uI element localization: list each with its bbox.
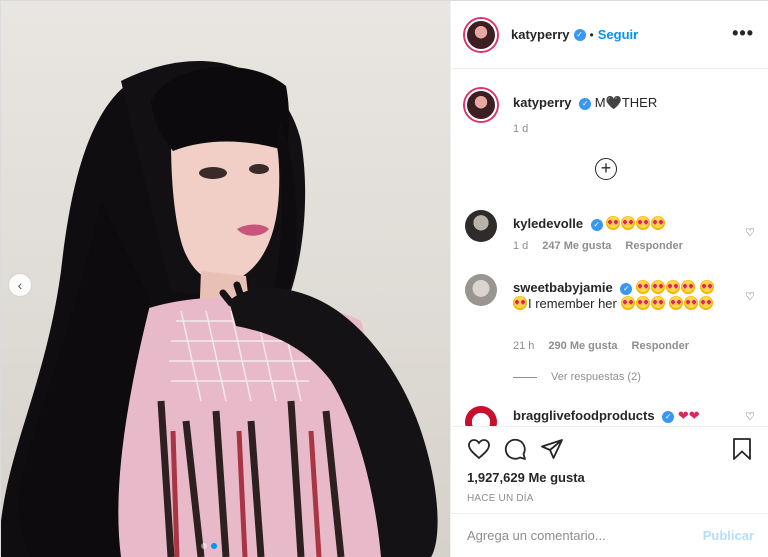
- more-options-icon[interactable]: •••: [732, 23, 754, 44]
- heart-eyes-emoji: [636, 216, 651, 230]
- caption-age[interactable]: 1 d: [513, 123, 528, 135]
- heart-outline-icon[interactable]: [467, 437, 491, 461]
- heart-eyes-emoji: [669, 296, 684, 310]
- likes-count[interactable]: 1,927,629 Me gusta: [467, 470, 585, 485]
- author-username[interactable]: katyperry: [511, 27, 570, 42]
- publish-button[interactable]: Publicar: [703, 528, 754, 543]
- comment-input[interactable]: [467, 528, 703, 543]
- comment-text: kyledevolle ✓: [513, 216, 728, 232]
- heart-eyes-emoji: [665, 280, 680, 294]
- comment-likes[interactable]: 290 Me gusta: [548, 340, 617, 352]
- reply-button[interactable]: Responder: [632, 340, 689, 352]
- comment-text: bragglivefoodproducts ✓ ❤❤: [513, 408, 728, 424]
- red-heart-emoji: ❤: [677, 408, 689, 423]
- heart-eyes-emoji: [620, 296, 635, 310]
- plus-circle-icon[interactable]: +: [595, 158, 617, 180]
- verified-badge-icon: ✓: [573, 28, 586, 41]
- black-heart-emoji: 🖤: [605, 95, 622, 110]
- comment-age[interactable]: 21 h: [513, 340, 534, 352]
- red-heart-emoji: ❤: [688, 408, 700, 423]
- post-timestamp[interactable]: HACE UN DÍA: [467, 493, 534, 504]
- previous-photo-button[interactable]: ‹: [8, 273, 32, 297]
- verified-badge-icon: ✓: [590, 218, 603, 231]
- comments-list[interactable]: katyperry ✓ M🖤THER 1 d + kyledevolle ✓ 1…: [451, 70, 768, 426]
- heart-eyes-emoji: [699, 280, 714, 294]
- view-replies-label: Ver respuestas (2): [551, 371, 641, 383]
- carousel-dot: [201, 543, 207, 549]
- commenter-avatar[interactable]: [465, 210, 497, 242]
- commenter-username[interactable]: sweetbabyjamie: [513, 280, 613, 295]
- caption-avatar[interactable]: [465, 89, 497, 121]
- bookmark-icon[interactable]: [731, 437, 753, 461]
- caption-text-end: THER: [621, 95, 658, 110]
- post-header: katyperry ✓ • Seguir •••: [451, 1, 768, 69]
- caption-author[interactable]: katyperry: [513, 95, 572, 110]
- comment-likes[interactable]: 247 Me gusta: [542, 240, 611, 252]
- verified-badge-icon: ✓: [620, 282, 633, 295]
- heart-eyes-emoji: [513, 296, 527, 310]
- heart-eyes-emoji: [650, 280, 665, 294]
- comment-body: I remember her: [528, 296, 617, 311]
- like-comment-icon[interactable]: ♡: [745, 290, 755, 303]
- heart-eyes-emoji: [680, 280, 695, 294]
- post-modal: ‹ katyperry ✓ • Seguir ••• katyperry ✓ M…: [0, 0, 768, 557]
- author-avatar[interactable]: [465, 18, 497, 51]
- heart-eyes-emoji: [621, 216, 636, 230]
- carousel-dot-active: [211, 543, 217, 549]
- verified-badge-icon: ✓: [662, 410, 675, 423]
- heart-eyes-emoji: [650, 296, 665, 310]
- like-comment-icon[interactable]: ♡: [745, 226, 755, 239]
- heart-eyes-emoji: [699, 296, 714, 310]
- commenter-avatar[interactable]: [465, 274, 497, 306]
- comment-text: sweetbabyjamie ✓ I remember her: [513, 280, 728, 312]
- comment-meta: 21 h 290 Me gusta Responder: [513, 340, 689, 352]
- comment-composer: Publicar: [451, 513, 768, 557]
- heart-eyes-emoji: [684, 296, 699, 310]
- view-replies-button[interactable]: Ver respuestas (2): [513, 371, 641, 383]
- post-side-panel: katyperry ✓ • Seguir ••• katyperry ✓ M🖤T…: [450, 1, 768, 557]
- commenter-avatar[interactable]: [465, 406, 497, 426]
- verified-badge-icon: ✓: [579, 97, 592, 110]
- header-separator: •: [589, 27, 594, 42]
- portrait-illustration: [1, 61, 438, 557]
- heart-eyes-emoji: [635, 280, 650, 294]
- comment-age[interactable]: 1 d: [513, 240, 528, 252]
- caption-text: katyperry ✓ M🖤THER: [513, 95, 728, 111]
- heart-eyes-emoji: [651, 216, 666, 230]
- follow-button[interactable]: Seguir: [598, 27, 638, 42]
- replies-divider: [513, 376, 537, 378]
- caption-meta: 1 d: [513, 123, 528, 135]
- comment-bubble-icon[interactable]: [503, 437, 527, 461]
- chevron-left-icon: ‹: [17, 277, 23, 293]
- post-photo[interactable]: ‹: [1, 1, 450, 557]
- commenter-username[interactable]: bragglivefoodproducts: [513, 408, 655, 423]
- post-actions: 1,927,629 Me gusta HACE UN DÍA: [451, 426, 768, 512]
- caption-text-start: M: [594, 95, 606, 110]
- heart-eyes-emoji: [635, 296, 650, 310]
- comment-meta: 1 d 247 Me gusta Responder: [513, 240, 683, 252]
- reply-button[interactable]: Responder: [625, 240, 682, 252]
- paper-plane-icon[interactable]: [540, 437, 564, 461]
- heart-eyes-emoji: [606, 216, 621, 230]
- carousel-indicator: [201, 543, 217, 549]
- commenter-username[interactable]: kyledevolle: [513, 216, 583, 231]
- like-comment-icon[interactable]: ♡: [745, 410, 755, 423]
